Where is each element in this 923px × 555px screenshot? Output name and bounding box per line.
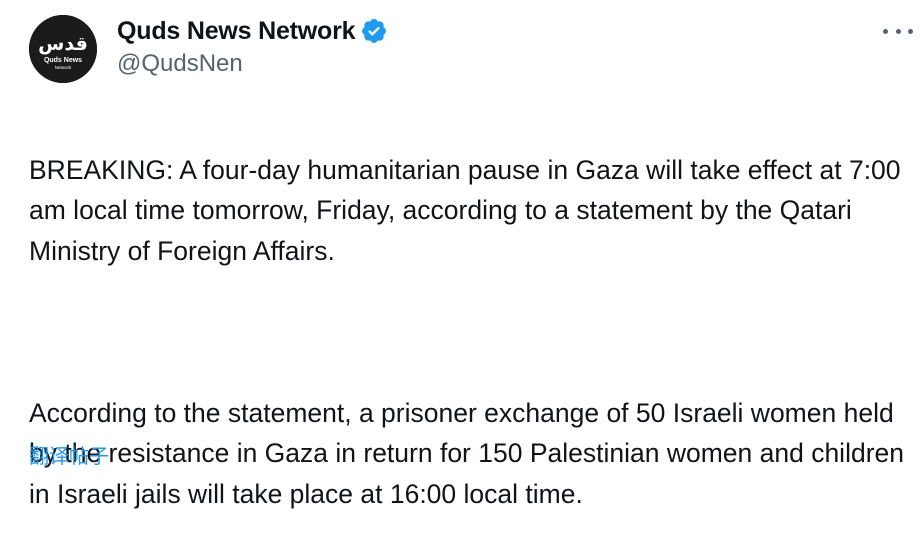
quds-news-logo: قدس Quds News Network — [29, 15, 97, 83]
author-handle[interactable]: @QudsNen — [117, 50, 243, 78]
more-dot — [908, 28, 913, 34]
avatar-line1: Quds News — [44, 57, 82, 64]
avatar-line2: Network — [55, 65, 72, 70]
tweet-paragraph-2: According to the statement, a prisoner e… — [29, 397, 904, 509]
verified-badge-icon[interactable] — [360, 17, 388, 45]
more-dot — [883, 28, 888, 34]
author-display-name[interactable]: Quds News Network — [117, 17, 356, 46]
tweet-paragraph-1: BREAKING: A four-day humanitarian pause … — [29, 154, 901, 266]
more-dot — [895, 28, 901, 34]
avatar-logo-text: قدس — [38, 33, 88, 55]
author-avatar[interactable]: قدس Quds News Network — [29, 15, 97, 83]
translate-post-link[interactable]: 翻译帖子 — [29, 440, 109, 469]
author-name-row: Quds News Network — [117, 15, 388, 47]
tweet-card: قدس Quds News Network Quds News Network … — [0, 0, 923, 509]
more-icon[interactable] — [883, 21, 913, 41]
tweet-text: BREAKING: A four-day humanitarian pause … — [29, 109, 909, 555]
